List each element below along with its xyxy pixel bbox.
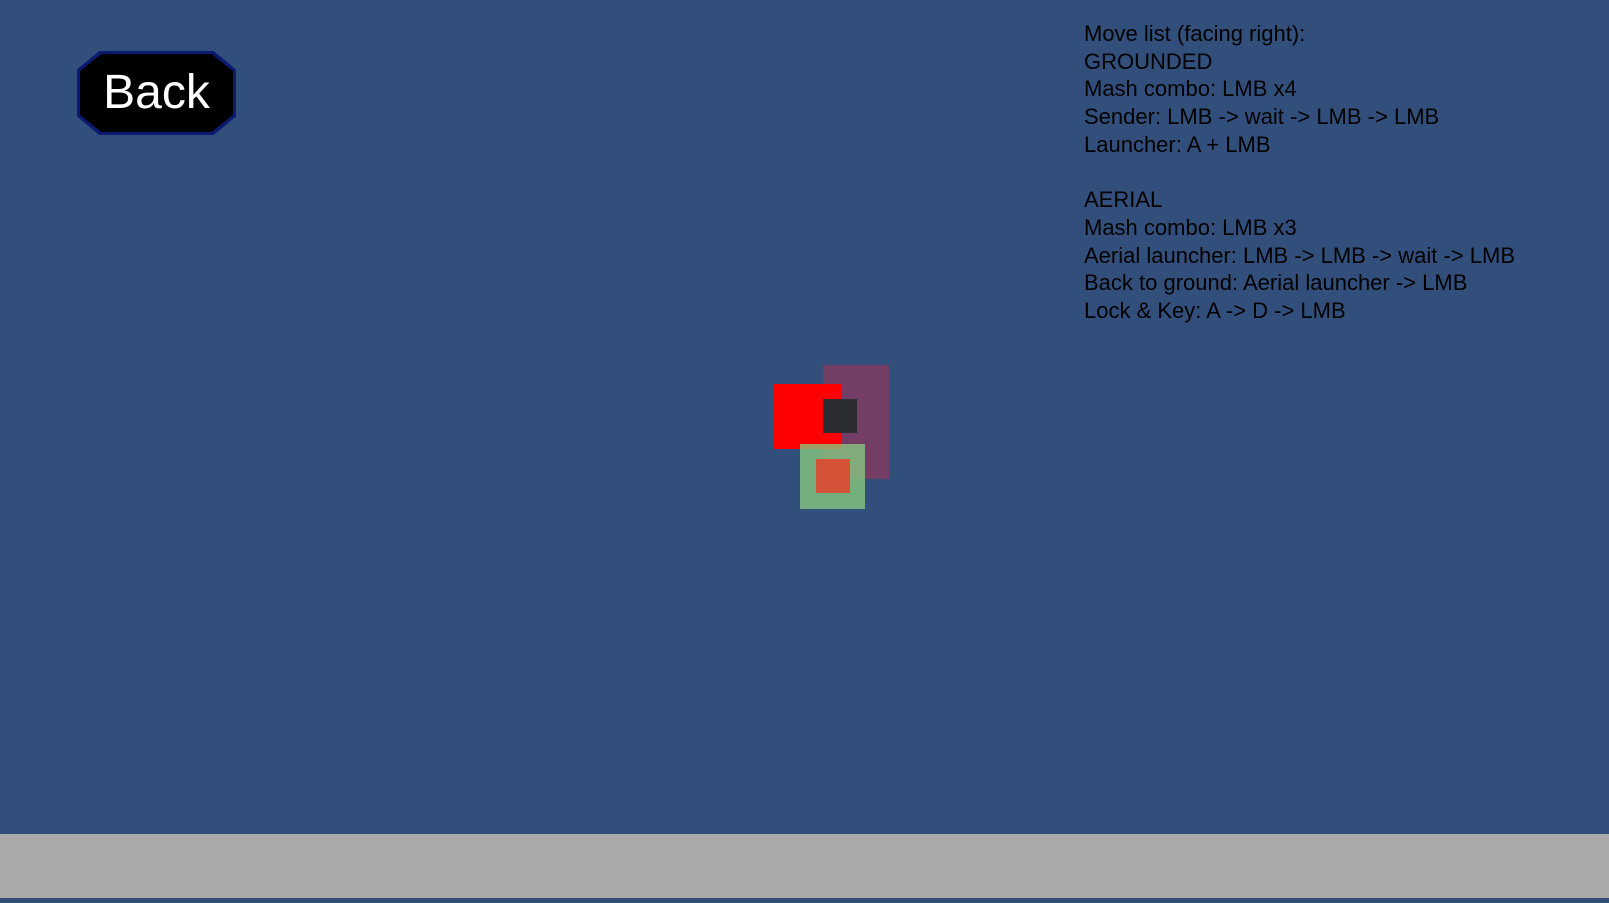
move-item: Lock & Key: A -> D -> LMB — [1084, 298, 1346, 324]
ground-platform — [0, 834, 1609, 898]
grounded-section-title: GROUNDED — [1084, 48, 1213, 74]
move-item: Aerial launcher: LMB -> LMB -> wait -> L… — [1084, 242, 1515, 268]
move-list-heading: Move list (facing right): — [1084, 21, 1306, 46]
back-button-label: Back — [80, 54, 233, 132]
game-scene: Back Move list (facing right): GROUNDED … — [0, 0, 1609, 903]
move-item: Mash combo: LMB x4 — [1084, 76, 1297, 102]
player-core — [823, 399, 857, 433]
aerial-section-title: AERIAL — [1084, 187, 1163, 213]
move-item: Mash combo: LMB x3 — [1084, 214, 1297, 240]
move-item: Launcher: A + LMB — [1084, 131, 1271, 157]
move-list-panel: Move list (facing right): GROUNDED Mash … — [1084, 20, 1584, 325]
move-item: Sender: LMB -> wait -> LMB -> LMB — [1084, 104, 1440, 130]
bottom-edge — [0, 898, 1609, 903]
hitbox-core — [816, 459, 850, 493]
move-item: Back to ground: Aerial launcher -> LMB — [1084, 270, 1468, 296]
back-button[interactable]: Back — [77, 51, 236, 135]
